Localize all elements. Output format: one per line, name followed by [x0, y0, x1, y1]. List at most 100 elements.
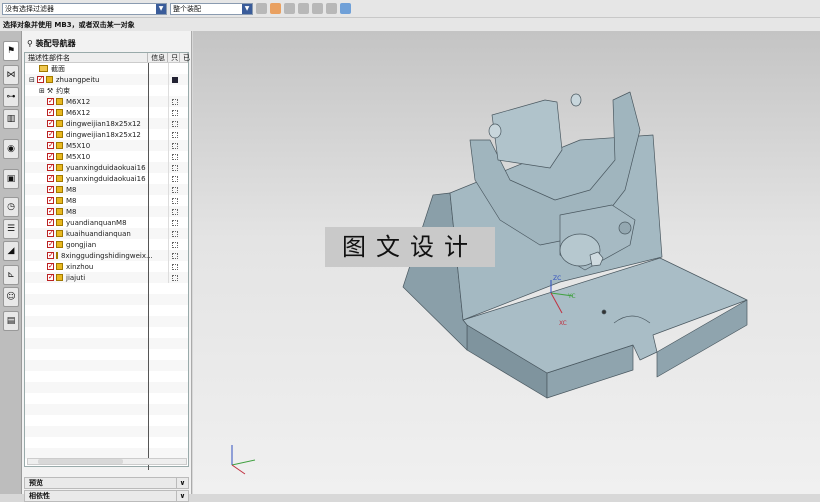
- visibility-checkbox[interactable]: ✓: [47, 164, 54, 171]
- readonly-cell: [169, 151, 181, 162]
- constraint-navigator-tab-icon[interactable]: ⋈: [3, 65, 19, 85]
- system-materials-icon[interactable]: ▤: [3, 311, 19, 331]
- readonly-checkbox[interactable]: [172, 230, 178, 237]
- readonly-checkbox[interactable]: [172, 241, 178, 248]
- analysis-icon[interactable]: ⊾: [3, 265, 19, 285]
- readonly-checkbox[interactable]: [172, 219, 178, 226]
- preview-section[interactable]: 预览 ∨: [24, 477, 189, 489]
- info-cell: [149, 96, 169, 107]
- tree-row[interactable]: ✓ yuanxingduidaokuai16: [25, 162, 188, 173]
- empty-row: [25, 371, 188, 382]
- name-cell: ✓ jiajuti: [25, 272, 149, 283]
- readonly-checkbox[interactable]: [172, 120, 178, 127]
- tree-row[interactable]: ✓ M5X10: [25, 151, 188, 162]
- info-cell: [149, 184, 169, 195]
- visibility-checkbox[interactable]: ✓: [47, 186, 54, 193]
- clock-icon[interactable]: ◷: [3, 197, 19, 217]
- column-header-name[interactable]: 描述性部件名: [25, 53, 149, 62]
- tree-row[interactable]: ✓ dingweijian18x25x12: [25, 129, 188, 140]
- tree-row[interactable]: ✓ M6X12: [25, 96, 188, 107]
- component-name: yuandianquanM8: [66, 218, 127, 227]
- name-cell: ✓ yuanxingduidaokuai16: [25, 173, 149, 184]
- visibility-checkbox[interactable]: ✓: [47, 241, 54, 248]
- expand-icon[interactable]: ⊞: [39, 87, 45, 95]
- visibility-checkbox[interactable]: ✓: [47, 131, 54, 138]
- pan-icon[interactable]: [312, 3, 323, 14]
- component-icon: [56, 175, 63, 182]
- visibility-checkbox[interactable]: ✓: [47, 98, 54, 105]
- name-cell: [25, 294, 149, 305]
- tree-row[interactable]: ✓ M5X10: [25, 140, 188, 151]
- readonly-checkbox[interactable]: [172, 197, 178, 204]
- component-name: yuanxingduidaokuai16: [66, 174, 146, 183]
- name-cell: ✓ dingweijian18x25x12: [25, 118, 149, 129]
- process-studio-icon[interactable]: ☰: [3, 219, 19, 239]
- select-tool-icon[interactable]: [256, 3, 267, 14]
- readonly-checkbox[interactable]: [172, 109, 178, 116]
- visibility-checkbox[interactable]: ✓: [47, 120, 54, 127]
- collapse-icon[interactable]: ⊟: [29, 76, 35, 84]
- readonly-cell: [169, 195, 181, 206]
- horizontal-scrollbar[interactable]: [27, 458, 187, 465]
- visibility-checkbox[interactable]: ✓: [47, 142, 54, 149]
- graphics-viewport[interactable]: ZC YC XC: [193, 31, 820, 494]
- tree-row[interactable]: ⊟ ✓ zhuangpeitu: [25, 74, 188, 85]
- tree-row[interactable]: ✓ M8: [25, 206, 188, 217]
- scroll-thumb[interactable]: [38, 459, 123, 464]
- box-select-icon[interactable]: [326, 3, 337, 14]
- tree-row[interactable]: ✓ dingweijian18x25x12: [25, 118, 188, 129]
- roles-icon[interactable]: ☺: [3, 287, 19, 307]
- tree-row[interactable]: ✓ kuaihuandianquan: [25, 228, 188, 239]
- rotate-icon[interactable]: [298, 3, 309, 14]
- tree-row[interactable]: ✓ yuanxingduidaokuai16: [25, 173, 188, 184]
- readonly-checkbox[interactable]: [172, 164, 178, 171]
- tree-row[interactable]: ✓ gongjian: [25, 239, 188, 250]
- readonly-checkbox[interactable]: [172, 153, 178, 160]
- visibility-checkbox[interactable]: ✓: [47, 208, 54, 215]
- visibility-checkbox[interactable]: ✓: [47, 153, 54, 160]
- axis-label-z: ZC: [553, 275, 561, 282]
- visibility-checkbox[interactable]: ✓: [36, 76, 44, 83]
- dependencies-section[interactable]: 相依性 ∨: [24, 490, 189, 502]
- visibility-checkbox[interactable]: ✓: [47, 274, 54, 281]
- readonly-checkbox[interactable]: [172, 175, 178, 182]
- undo-icon[interactable]: [284, 3, 295, 14]
- tree-row[interactable]: ⊞ ⚒ 约束: [25, 85, 188, 96]
- readonly-checkbox[interactable]: [172, 208, 178, 215]
- history-tab-icon[interactable]: ▣: [3, 169, 19, 189]
- tree-row[interactable]: ✓ 8xinggudingshidingweix...: [25, 250, 188, 261]
- visibility-checkbox[interactable]: ✓: [47, 197, 54, 204]
- tree-row[interactable]: ✓ M8: [25, 184, 188, 195]
- visibility-checkbox[interactable]: ✓: [47, 230, 54, 237]
- visibility-checkbox[interactable]: ✓: [47, 263, 54, 270]
- readonly-checkbox[interactable]: [172, 263, 178, 270]
- readonly-checkbox[interactable]: [172, 131, 178, 138]
- part-navigator-tab-icon[interactable]: ⊶: [3, 87, 19, 107]
- web-browser-tab-icon[interactable]: ◉: [3, 139, 19, 159]
- column-header-modified[interactable]: 已: [180, 53, 190, 62]
- tree-row[interactable]: ✓ xinzhou: [25, 261, 188, 272]
- tree-row[interactable]: ✓ M6X12: [25, 107, 188, 118]
- selection-filter-dropdown[interactable]: 没有选择过滤器 ▼: [2, 2, 167, 15]
- view-cube-icon[interactable]: [340, 3, 351, 14]
- readonly-checkbox[interactable]: [172, 186, 178, 193]
- readonly-checkbox[interactable]: [172, 98, 178, 105]
- tree-row[interactable]: 截面: [25, 63, 188, 74]
- column-header-info[interactable]: 信息: [148, 53, 169, 62]
- reuse-library-tab-icon[interactable]: ▥: [3, 109, 19, 129]
- readonly-checkbox[interactable]: [172, 274, 178, 281]
- scope-dropdown[interactable]: 整个装配 ▼: [170, 2, 253, 15]
- tree-row[interactable]: ✓ jiajuti: [25, 272, 188, 283]
- visibility-checkbox[interactable]: ✓: [47, 219, 54, 226]
- visualization-icon[interactable]: ◢: [3, 241, 19, 261]
- column-header-readonly[interactable]: 只: [168, 53, 180, 62]
- visibility-checkbox[interactable]: ✓: [47, 175, 54, 182]
- visibility-checkbox[interactable]: ✓: [47, 109, 54, 116]
- visibility-checkbox[interactable]: ✓: [47, 252, 54, 259]
- assembly-navigator-tab-icon[interactable]: ⚑: [3, 41, 19, 61]
- snap-point-icon[interactable]: [270, 3, 281, 14]
- readonly-checkbox[interactable]: [172, 142, 178, 149]
- tree-row[interactable]: ✓ yuandianquanM8: [25, 217, 188, 228]
- tree-row[interactable]: ✓ M8: [25, 195, 188, 206]
- readonly-checkbox[interactable]: [172, 252, 178, 259]
